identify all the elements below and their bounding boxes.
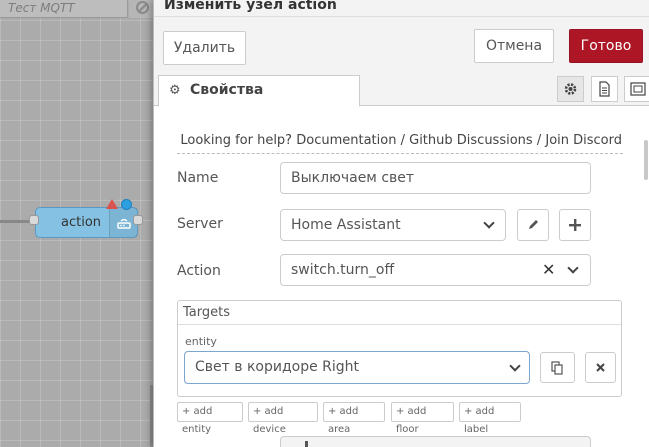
flow-tab[interactable]: Тест MQTT: [0, 0, 128, 18]
action-select[interactable]: switch.turn_off ✕: [280, 254, 591, 286]
dialog-scrollbar[interactable]: [644, 140, 648, 180]
disabled-icon: [136, 1, 149, 14]
type-selector-icon: [305, 441, 308, 447]
join-discord-link[interactable]: Join Discord: [545, 133, 622, 148]
action-node-label: action: [61, 215, 102, 230]
dialog-tabs: ⚙ Свойства: [154, 72, 649, 107]
help-links: Looking for help? Documentation / Github…: [154, 133, 622, 148]
flow-tab-label: Тест MQTT: [8, 1, 75, 15]
action-select-value: switch.turn_off: [291, 262, 395, 278]
data-input[interactable]: [280, 436, 591, 447]
copy-icon: [551, 361, 563, 375]
tab-description[interactable]: [591, 76, 618, 102]
changed-indicator-icon: [121, 199, 132, 210]
edit-server-button[interactable]: [517, 209, 549, 241]
server-select[interactable]: Home Assistant: [280, 209, 506, 241]
name-input-value: Выключаем свет: [291, 170, 415, 186]
router-icon: [117, 218, 131, 229]
add-device-button[interactable]: + add device: [248, 402, 318, 435]
add-area-button[interactable]: + add area: [323, 402, 385, 435]
gear-icon: [564, 83, 577, 95]
server-label: Server: [177, 216, 223, 232]
plus-icon: [569, 219, 581, 231]
action-label: Action: [177, 263, 221, 279]
entity-label: entity: [185, 335, 217, 348]
tab-properties-label: Свойства: [190, 82, 264, 98]
add-label-button[interactable]: + add label: [459, 402, 521, 435]
dialog-title: Изменить узел action: [164, 0, 337, 13]
help-separator: /: [400, 133, 405, 148]
action-node[interactable]: action: [35, 207, 138, 238]
close-icon: [596, 363, 605, 372]
entity-select[interactable]: Свет в коридоре Right: [184, 351, 530, 384]
targets-panel: Targets entity Свет в коридоре Right: [177, 300, 622, 397]
tab-settings[interactable]: [557, 76, 584, 102]
name-input[interactable]: Выключаем свет: [280, 162, 591, 194]
appearance-icon: [630, 82, 646, 96]
node-input-port[interactable]: [29, 215, 39, 225]
cancel-button[interactable]: Отмена: [474, 29, 554, 63]
targets-header: Targets: [178, 301, 621, 325]
help-divider: [177, 153, 623, 154]
dialog-toolbar: Удалить Отмена Готово: [154, 17, 649, 72]
github-discussions-link[interactable]: Github Discussions: [409, 133, 533, 148]
name-label: Name: [177, 170, 219, 186]
chevron-down-icon: [509, 360, 521, 372]
copy-entity-button[interactable]: [540, 352, 575, 383]
document-icon: [599, 81, 610, 97]
documentation-link[interactable]: Documentation: [296, 133, 396, 148]
gear-icon: ⚙: [169, 83, 181, 98]
chevron-down-icon[interactable]: [567, 262, 579, 274]
add-entity-button[interactable]: + add entity: [177, 402, 243, 435]
chevron-down-icon: [483, 217, 495, 229]
flow-workspace[interactable]: Тест MQTT action: [0, 0, 160, 447]
targets-title: Targets: [183, 305, 230, 320]
add-server-button[interactable]: [559, 209, 591, 241]
add-floor-button[interactable]: + add floor: [391, 402, 454, 435]
help-prefix: Looking for help?: [180, 133, 293, 148]
node-output-port[interactable]: [133, 215, 143, 225]
warning-triangle-icon: [106, 199, 118, 209]
tab-properties[interactable]: ⚙ Свойства: [158, 75, 360, 107]
pencil-icon: [529, 220, 538, 229]
clear-icon[interactable]: ✕: [542, 260, 555, 279]
delete-button[interactable]: Удалить: [163, 31, 246, 65]
server-select-value: Home Assistant: [291, 217, 401, 233]
tab-appearance[interactable]: [624, 76, 649, 102]
dialog-header: Изменить узел action: [154, 0, 649, 17]
done-button[interactable]: Готово: [569, 29, 643, 63]
entity-select-value: Свет в коридоре Right: [195, 359, 360, 375]
help-separator: /: [536, 133, 542, 148]
edit-node-dialog: Изменить узел action Удалить Отмена Гото…: [153, 0, 649, 447]
remove-entity-button[interactable]: [585, 352, 616, 383]
